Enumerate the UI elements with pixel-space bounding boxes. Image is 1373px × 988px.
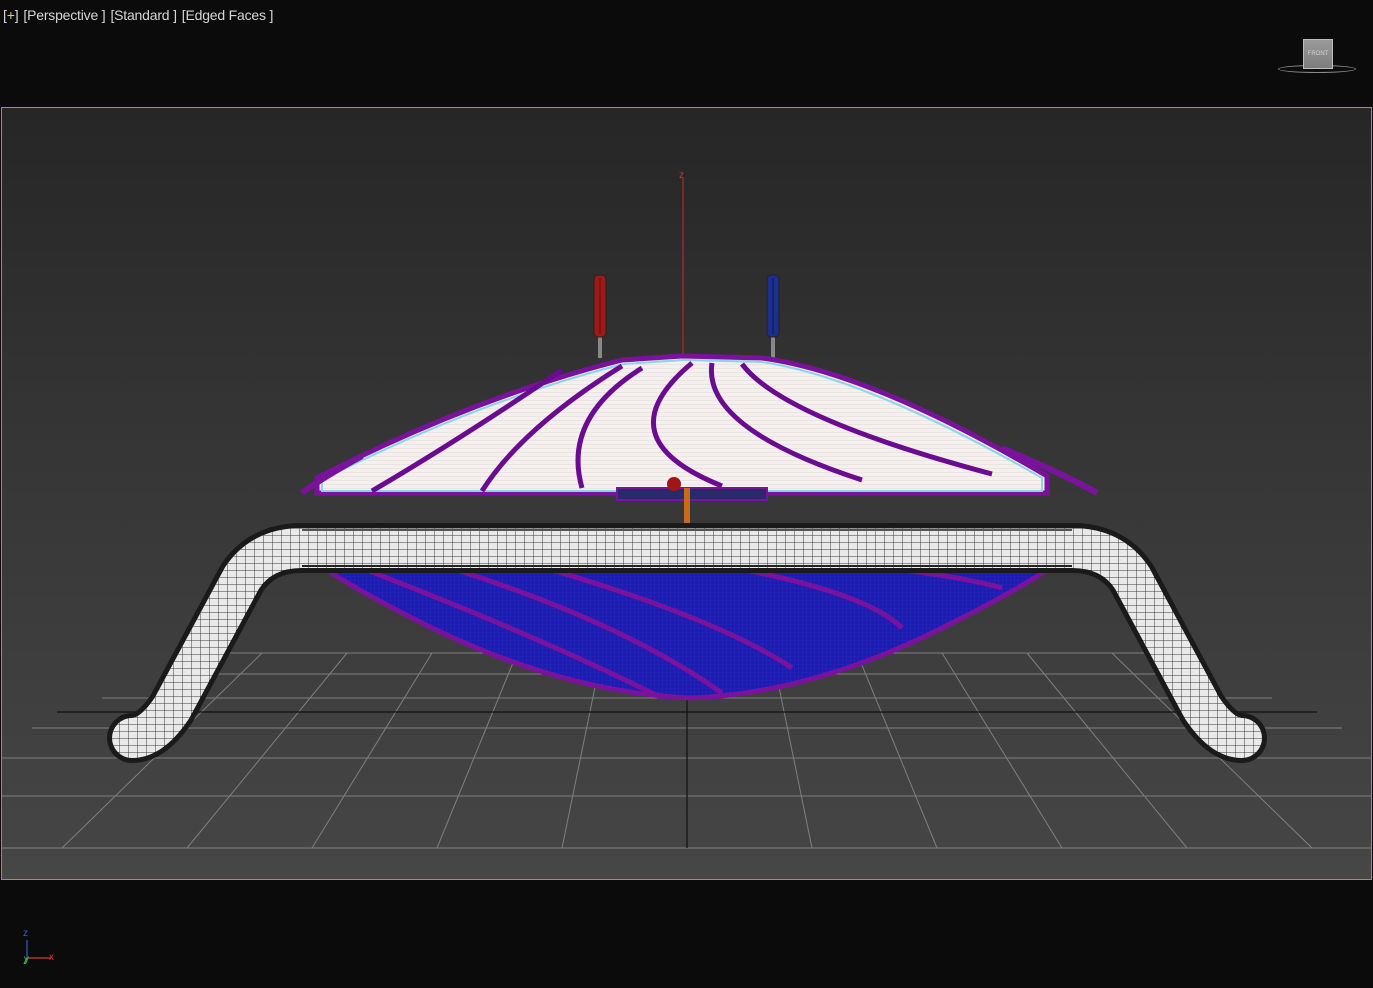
viewport-label-bar: [+] [Perspective ] [Standard ] [Edged Fa… [3,5,278,25]
scene-canvas[interactable]: z x [2,108,1371,879]
blue-post[interactable] [766,274,780,358]
pivot-point[interactable] [667,477,681,491]
tripod-z-label: z [23,928,28,939]
viewport-display-style-label: Edged Faces [185,7,270,23]
viewport-general-menu[interactable]: [+] [3,7,19,23]
red-post[interactable] [593,274,607,358]
viewport-shading-quality-label: Standard [114,7,174,23]
lamp-shade-top[interactable] [300,353,1099,496]
viewport-point-of-view-label: Perspective [27,7,102,23]
axis-tripod-icon: z x y [18,926,68,970]
viewport-display-style-menu[interactable]: [Edged Faces ] [182,7,274,23]
viewport-general-menu-label: + [6,7,15,23]
tripod-y-label: y [24,954,29,965]
viewcube-front-face[interactable]: FRONT [1303,39,1333,69]
safe-frame: z x [1,107,1372,880]
viewport-shading-quality-menu[interactable]: [Standard ] [110,7,177,23]
perspective-viewport[interactable]: [+] [Perspective ] [Standard ] [Edged Fa… [0,0,1373,988]
viewport-point-of-view-menu[interactable]: [Perspective ] [23,7,105,23]
gizmo-z-label: z [679,170,684,181]
viewcube-icon[interactable]: FRONT [1276,36,1360,78]
tripod-x-label: x [49,952,54,963]
